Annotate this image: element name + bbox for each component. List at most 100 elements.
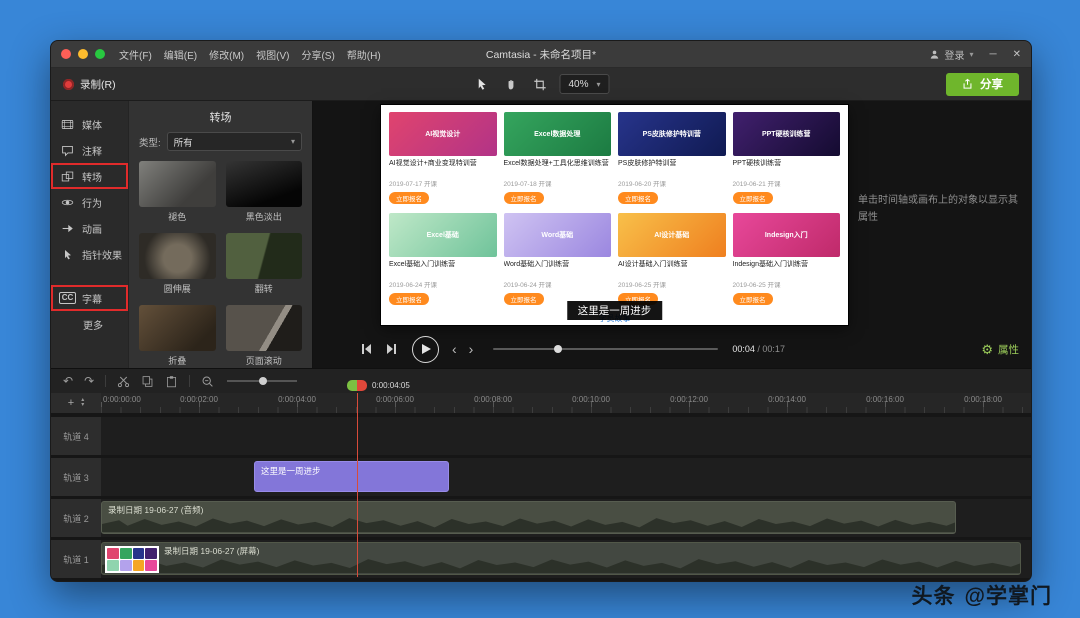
transition-item-flip[interactable]: 翻转 (225, 233, 302, 295)
sidebar-item-label: 媒体 (82, 120, 102, 132)
properties-button[interactable]: ⚙ 属性 (981, 342, 1019, 357)
add-track-button[interactable]: + (68, 397, 74, 409)
caption-overlay[interactable]: 这里是一周进步 (566, 301, 663, 320)
transition-icon (60, 170, 75, 183)
track-name: 轨道 2 (63, 513, 89, 524)
mac-close-button[interactable] (61, 49, 71, 59)
transition-item-fold[interactable]: 折叠 (139, 305, 216, 367)
scrub-slider[interactable] (493, 345, 719, 353)
sidebar-item-annotations[interactable]: 注释 (51, 137, 128, 163)
sidebar-item-behaviors[interactable]: 行为 (51, 189, 128, 215)
close-button[interactable]: ✕ (1013, 49, 1021, 60)
step-back-button[interactable] (353, 343, 379, 355)
playback-controls: ‹ › 00:04 / 00:17 ⚙ 属性 (313, 334, 1031, 364)
sidebar-item-animations[interactable]: 动画 (51, 215, 128, 241)
zoom-select[interactable]: 40% ▾ (559, 74, 610, 94)
menu-share[interactable]: 分享(S) (301, 47, 334, 62)
track-header[interactable]: 轨道 1 (51, 540, 101, 578)
login-button[interactable]: 登录 ▾ (929, 47, 974, 62)
track-header[interactable]: 轨道 2 (51, 499, 101, 537)
sidebar-item-cursor-effects[interactable]: 指针效果 (51, 241, 128, 267)
transition-item-fade-black[interactable]: 黑色淡出 (225, 161, 302, 223)
next-clip-button[interactable]: › (463, 342, 480, 356)
sidebar-item-media[interactable]: 媒体 (51, 111, 128, 137)
preview-canvas[interactable]: AI视觉设计 AI视觉设计+商业变现特训营 2019-07-17 开课 立即报名… (381, 105, 848, 325)
transition-thumbnail[interactable] (225, 161, 302, 207)
undo-button[interactable]: ↶ (63, 375, 73, 387)
menu-edit[interactable]: 编辑(E) (164, 47, 197, 62)
playhead-in-handle[interactable] (347, 380, 357, 391)
course-card: PPT硬核训练营 PPT硬核训练营 2019-06-21 开课 立即报名 (732, 112, 840, 206)
sidebar-item-more[interactable]: 更多 (51, 311, 128, 337)
audio-clip[interactable]: 录制日期 19-06-27 (音频) (101, 501, 956, 534)
record-button[interactable]: 录制(R) (63, 77, 116, 92)
transitions-panel: 转场 类型: 所有 ▾ 褪色 黑色淡出 圆伸展 翻转 折叠 页面滚动 (128, 101, 313, 368)
track-4: 轨道 4 (51, 417, 1031, 455)
transition-item-circle-stretch[interactable]: 圆伸展 (139, 233, 216, 295)
previous-clip-button[interactable]: ‹ (446, 342, 463, 356)
cut-button[interactable] (117, 375, 130, 388)
menu-help[interactable]: 帮助(H) (347, 47, 381, 62)
menu-modify[interactable]: 修改(M) (209, 47, 244, 62)
transition-thumbnail[interactable] (139, 305, 216, 351)
playhead[interactable]: 0:00:04:05 (347, 380, 410, 577)
track-3: 轨道 3 这里是一周进步 (51, 458, 1031, 496)
pan-tool-icon[interactable] (501, 75, 519, 93)
transition-thumbnail[interactable] (225, 233, 302, 279)
scrub-slider-knob[interactable] (554, 345, 563, 353)
share-label: 分享 (980, 79, 1003, 91)
transition-thumbnail[interactable] (139, 233, 216, 279)
track-lane[interactable]: 录制日期 19-06-27 (屏幕) (101, 540, 1031, 578)
paste-button[interactable] (165, 375, 178, 388)
play-icon (422, 344, 431, 354)
caret-down-icon: ▾ (969, 49, 974, 59)
track-header[interactable]: 轨道 3 (51, 458, 101, 496)
zoom-out-magnifier-icon[interactable] (201, 375, 214, 388)
type-filter-dropdown[interactable]: 所有 ▾ (166, 132, 302, 151)
card-cta: 立即报名 (389, 293, 429, 305)
course-card: Word基础 Word基础入门训练营 2019-06-24 开课 立即报名 (503, 213, 611, 307)
transition-label: 圆伸展 (163, 284, 191, 294)
track-lane[interactable]: 这里是一周进步 (101, 458, 1031, 496)
slide-background: 文件(F) 编辑(E) 修改(M) 视图(V) 分享(S) 帮助(H) Camt… (0, 0, 1080, 618)
timeline-toolbar: ↶ ↷ (51, 368, 1031, 393)
track-lane[interactable] (101, 417, 1031, 455)
redo-button[interactable]: ↷ (84, 375, 94, 387)
share-button[interactable]: 分享 (946, 72, 1019, 96)
ruler-label: 0:00:06:00 (376, 395, 414, 404)
track-lane[interactable]: 录制日期 19-06-27 (音频) (101, 499, 1031, 537)
playhead-handle[interactable]: 0:00:04:05 (347, 380, 410, 391)
timeline-zoom-knob[interactable] (258, 377, 267, 385)
transition-item-fade[interactable]: 褪色 (139, 161, 216, 223)
card-cta: 立即报名 (503, 192, 544, 204)
camtasia-window: 文件(F) 编辑(E) 修改(M) 视图(V) 分享(S) 帮助(H) Camt… (50, 40, 1032, 582)
play-button[interactable] (412, 335, 439, 363)
screen-recording-clip[interactable]: 录制日期 19-06-27 (屏幕) (101, 542, 1021, 575)
card-title: AI视觉设计+商业变现特训营 (389, 160, 477, 167)
transition-label: 翻转 (254, 284, 273, 294)
transition-thumbnail[interactable] (139, 161, 216, 207)
transition-item-page-roll[interactable]: 页面滚动 (225, 305, 302, 367)
track-header[interactable]: 轨道 4 (51, 417, 101, 455)
timeline-ruler[interactable]: 0:00:00:00 0:00:02:00 0:00:04:00 0:00:06… (101, 393, 1031, 413)
menu-file[interactable]: 文件(F) (119, 47, 152, 62)
step-forward-button[interactable] (379, 343, 405, 355)
sidebar-item-captions[interactable]: CC 字幕 (51, 285, 128, 311)
canvas-tools: 40% ▾ (472, 74, 610, 94)
cc-icon: CC (58, 292, 77, 304)
timeline-zoom-slider[interactable] (227, 377, 298, 385)
playhead-out-handle[interactable] (357, 380, 367, 391)
course-card: AI视觉设计 AI视觉设计+商业变现特训营 2019-07-17 开课 立即报名 (389, 112, 497, 206)
mac-zoom-button[interactable] (95, 49, 105, 59)
menu-view[interactable]: 视图(V) (256, 47, 289, 62)
crop-tool-icon[interactable] (530, 75, 548, 93)
track-height-toggle[interactable]: ▴ ▾ (81, 397, 84, 408)
sidebar-item-transitions[interactable]: 转场 (51, 163, 128, 189)
minimize-button[interactable]: ─ (990, 49, 997, 60)
transition-thumbnail[interactable] (225, 305, 302, 351)
titlebar: 文件(F) 编辑(E) 修改(M) 视图(V) 分享(S) 帮助(H) Camt… (51, 41, 1031, 68)
caption-clip[interactable]: 这里是一周进步 (254, 461, 449, 492)
copy-button[interactable] (141, 375, 154, 388)
pointer-tool-icon[interactable] (472, 75, 490, 93)
mac-minimize-button[interactable] (78, 49, 88, 59)
